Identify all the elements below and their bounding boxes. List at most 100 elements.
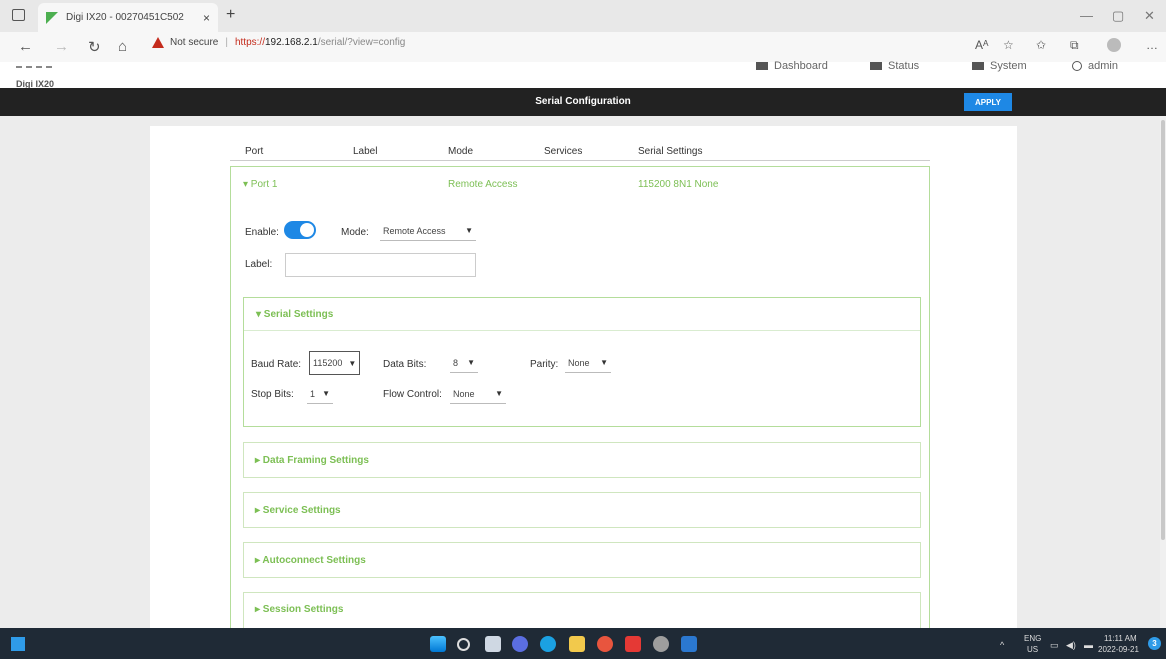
column-header-label: Label [353, 146, 378, 157]
digi-logo [16, 66, 52, 69]
enable-toggle[interactable] [284, 221, 316, 239]
close-window-icon[interactable]: ✕ [1144, 8, 1155, 24]
stop-bits-label: Stop Bits: [251, 389, 294, 400]
chrome-icon[interactable] [597, 636, 613, 652]
service-settings-title[interactable]: ▸ Service Settings [255, 505, 341, 516]
autoconnect-title[interactable]: ▸ Autoconnect Settings [255, 555, 366, 566]
url-divider: | [225, 37, 228, 48]
collections-icon[interactable]: ⧉ [1070, 38, 1079, 53]
nav-status[interactable]: Status [870, 60, 919, 72]
volume-icon[interactable]: ◀) [1066, 640, 1076, 651]
clock-time[interactable]: 11:11 AM [1104, 634, 1137, 643]
flow-control-value: None [453, 388, 475, 399]
baud-rate-label: Baud Rate: [251, 359, 302, 370]
chevron-down-icon: ▼ [348, 358, 357, 368]
network-icon[interactable]: ▭ [1050, 640, 1059, 651]
task-view-icon[interactable] [485, 636, 501, 652]
start-icon[interactable] [430, 636, 446, 652]
nav-system[interactable]: System [972, 60, 1027, 72]
flow-control-label: Flow Control: [383, 389, 442, 400]
url-host: 192.168.2.1 [264, 37, 318, 48]
data-bits-value: 8 [453, 357, 459, 368]
favorite-icon[interactable]: ☆ [1003, 38, 1014, 52]
language-bottom[interactable]: US [1027, 645, 1038, 654]
stop-bits-select[interactable]: 1 ▼ [307, 384, 333, 404]
flow-control-select[interactable]: None ▼ [450, 384, 506, 404]
data-bits-label: Data Bits: [383, 359, 427, 370]
label-label: Label: [245, 259, 273, 270]
tray-chevron-icon[interactable]: ^ [1000, 640, 1004, 650]
nav-user[interactable]: admin [1072, 60, 1118, 72]
session-settings-title[interactable]: ▸ Session Settings [255, 604, 343, 615]
baud-rate-value: 115200 [313, 358, 343, 368]
url-field[interactable]: Not secure | https:// 192.168.2.1 /seria… [152, 37, 405, 48]
clock-date[interactable]: 2022-09-21 [1098, 645, 1139, 654]
dashboard-icon [756, 62, 768, 70]
browser-tab[interactable]: Digi IX20 - 00270451C502 × [38, 3, 218, 32]
settings-icon[interactable] [653, 636, 669, 652]
tab-title: Digi IX20 - 00270451C502 [66, 12, 184, 23]
back-icon[interactable]: ← [18, 38, 33, 55]
more-icon[interactable]: … [1146, 38, 1158, 52]
chevron-down-icon: ▼ [322, 389, 330, 398]
mode-select[interactable]: Remote Access ▼ [380, 221, 476, 241]
edge-icon[interactable] [540, 636, 556, 652]
profile-icon[interactable] [1107, 38, 1121, 52]
minimize-icon[interactable]: — [1080, 8, 1093, 23]
digi-favicon-icon [46, 11, 58, 24]
nav-system-label: System [990, 60, 1027, 72]
window-menu-icon[interactable] [12, 9, 25, 21]
word-icon[interactable] [681, 636, 697, 652]
language-top[interactable]: ENG [1024, 634, 1041, 643]
nav-dashboard[interactable]: Dashboard [756, 60, 828, 72]
file-explorer-icon[interactable] [569, 636, 585, 652]
session-settings-section[interactable] [243, 592, 921, 628]
nav-status-label: Status [888, 60, 920, 72]
data-bits-select[interactable]: 8 ▼ [450, 353, 478, 373]
label-input[interactable] [285, 253, 476, 277]
notification-badge-icon[interactable]: 3 [1148, 637, 1161, 650]
parity-select[interactable]: None ▼ [565, 353, 611, 373]
battery-icon[interactable]: ▬ [1084, 640, 1093, 650]
nav-dashboard-label: Dashboard [774, 60, 828, 72]
search-icon[interactable] [457, 638, 470, 651]
forward-icon[interactable]: → [54, 38, 69, 55]
chevron-down-icon: ▼ [465, 226, 473, 235]
column-header-port: Port [245, 146, 264, 157]
data-framing-title[interactable]: ▸ Data Framing Settings [255, 455, 369, 466]
column-header-serial-settings: Serial Settings [638, 146, 703, 157]
baud-rate-select[interactable]: 115200 ▼ [309, 351, 360, 375]
mode-select-value: Remote Access [383, 225, 446, 236]
chevron-down-icon: ▼ [495, 389, 503, 398]
tab-close-icon[interactable]: × [203, 11, 210, 25]
service-settings-section[interactable] [243, 492, 921, 528]
favorites-list-icon[interactable]: ✩ [1036, 38, 1046, 52]
maximize-icon[interactable]: ▢ [1112, 8, 1124, 24]
apply-button[interactable]: APPLY [964, 93, 1012, 111]
serial-settings-title[interactable]: ▾ Serial Settings [256, 309, 333, 320]
column-header-mode: Mode [448, 146, 474, 157]
refresh-icon[interactable]: ↻ [88, 38, 101, 56]
scrollbar-thumb[interactable] [1161, 120, 1165, 540]
store-icon[interactable] [625, 636, 641, 652]
home-icon[interactable]: ⌂ [118, 38, 127, 55]
read-aloud-icon[interactable]: Aᴬ [975, 38, 988, 52]
port-1-mode: Remote Access [448, 179, 518, 190]
chevron-down-icon: ▼ [600, 358, 608, 367]
chevron-down-icon: ▼ [467, 358, 475, 367]
serial-settings-divider [244, 330, 920, 331]
parity-label: Parity: [530, 359, 559, 370]
new-tab-icon[interactable]: + [226, 6, 235, 24]
header-divider [230, 160, 930, 161]
nav-user-label: admin [1088, 60, 1118, 72]
mode-label: Mode: [341, 227, 369, 238]
security-label[interactable]: Not secure [170, 37, 218, 48]
widgets-icon[interactable] [11, 637, 25, 651]
status-icon [870, 62, 882, 70]
port-1-toggle[interactable]: ▾ Port 1 [243, 179, 277, 190]
url-scheme: https:// [234, 37, 265, 48]
chat-icon[interactable] [512, 636, 528, 652]
parity-value: None [568, 357, 590, 368]
column-header-services: Services [544, 146, 583, 157]
stop-bits-value: 1 [310, 388, 316, 399]
